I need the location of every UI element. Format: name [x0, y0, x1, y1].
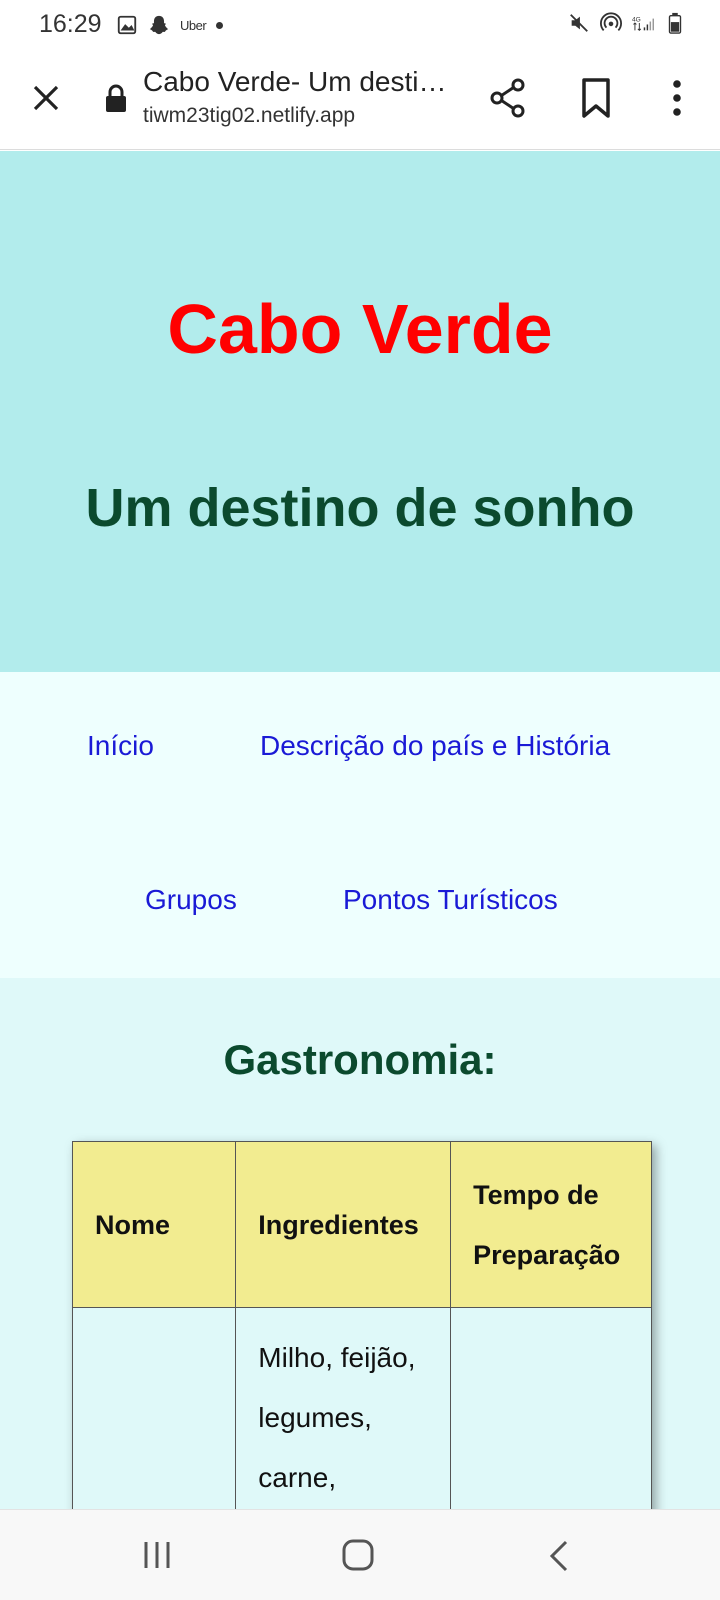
snapchat-icon [149, 15, 169, 35]
page-url[interactable]: tiwm23tig02.netlify.app [143, 104, 355, 128]
bookmark-icon[interactable] [576, 76, 616, 120]
cell-nome [71, 1307, 237, 1509]
mute-icon [570, 14, 588, 32]
site-subtitle: Um destino de sonho [85, 478, 635, 538]
site-title: Cabo Verde [167, 290, 553, 368]
table-header-row: Nome Ingredientes Tempo de Preparação [71, 1141, 652, 1308]
gastronomia-table: Nome Ingredientes Tempo de Preparação Mi… [71, 1141, 652, 1509]
status-notifications: Uber [116, 14, 224, 36]
browser-toolbar: Cabo Verde- Um destino de sonho tiwm23ti… [0, 52, 720, 150]
svg-text:4G: 4G [632, 17, 641, 24]
column-header-tempo: Tempo de Preparação [450, 1141, 652, 1308]
close-tab-button[interactable] [26, 78, 66, 118]
hero-header: Cabo Verde Um destino de sonho [0, 151, 720, 672]
home-icon[interactable] [340, 1537, 376, 1573]
web-content[interactable]: Cabo Verde Um destino de sonho Início De… [0, 151, 720, 1509]
back-icon[interactable] [546, 1538, 572, 1574]
status-time: 16:29 [39, 10, 102, 38]
close-icon [33, 85, 59, 111]
lock-icon[interactable] [104, 84, 128, 114]
nav-link-grupos[interactable]: Grupos [145, 884, 237, 916]
main-nav: Início Descrição do país e História Grup… [0, 672, 720, 978]
signal-icon: 4G [632, 17, 654, 32]
more-notifications-dot [216, 21, 224, 29]
gastronomia-section: Gastronomia: Nome Ingredientes Tempo de … [0, 978, 720, 1509]
recent-apps-icon[interactable] [140, 1538, 174, 1572]
system-nav-bar [0, 1509, 720, 1600]
uber-label: Uber [180, 17, 207, 33]
table-row: Milho, feijão, legumes, carne, [71, 1307, 652, 1509]
gallery-icon [117, 15, 137, 35]
cell-ingredientes: Milho, feijão, legumes, carne, [235, 1307, 452, 1509]
column-header-ingredientes: Ingredientes [235, 1141, 452, 1308]
column-header-nome: Nome [71, 1141, 237, 1308]
cell-tempo [450, 1307, 652, 1509]
status-bar: 16:29 Uber 4G [0, 0, 720, 52]
page-title[interactable]: Cabo Verde- Um destino de sonho [143, 66, 448, 98]
more-vert-icon[interactable] [660, 76, 694, 120]
battery-icon [668, 12, 682, 34]
nav-link-descricao[interactable]: Descrição do país e História [260, 730, 610, 762]
status-system-icons: 4G [568, 12, 686, 34]
share-icon[interactable] [486, 76, 530, 120]
section-heading: Gastronomia: [223, 1036, 497, 1083]
nav-link-inicio[interactable]: Início [87, 730, 154, 762]
nav-link-pontos-turisticos[interactable]: Pontos Turísticos [343, 884, 558, 916]
hotspot-icon [600, 12, 622, 31]
